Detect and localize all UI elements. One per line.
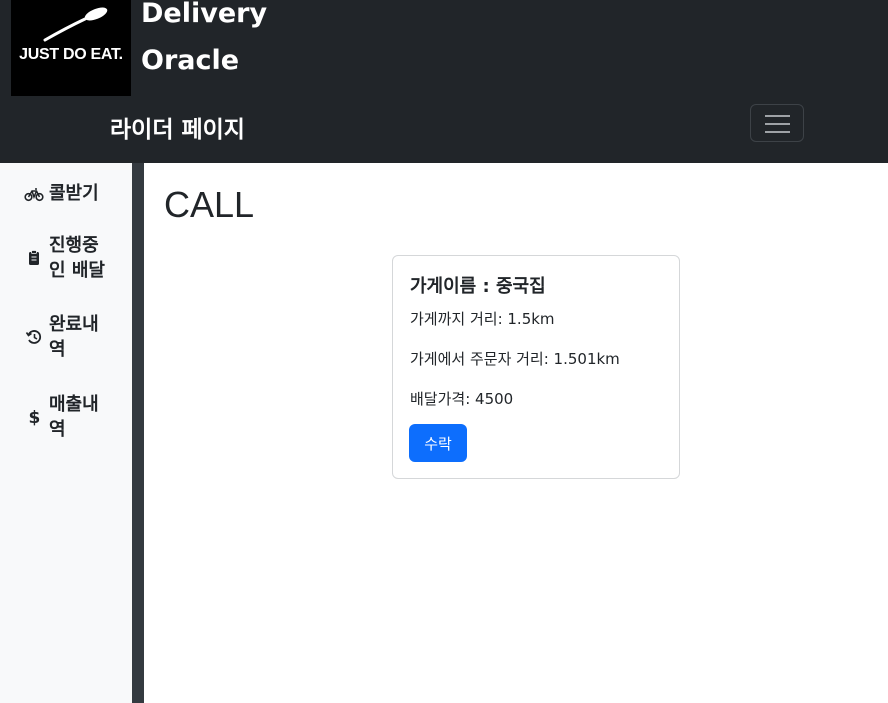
delivery-price: 배달가격: 4500 — [410, 390, 514, 408]
logo-text: JUST DO EAT. — [19, 46, 123, 63]
hamburger-icon — [765, 115, 790, 117]
sidebar-item-sales[interactable]: $ 매출내역 — [24, 392, 115, 442]
bicycle-icon — [24, 187, 44, 201]
accept-button[interactable]: 수락 — [409, 424, 467, 462]
sidebar: 콜받기 진행중인 배달 완료내역 $ 매출내역 — [0, 163, 132, 703]
main-title: CALL — [164, 184, 255, 225]
store-name: 가게이름 : 중국집 — [410, 276, 546, 297]
call-card: 가게이름 : 중국집 가게까지 거리: 1.5km 가게에서 주문자 거리: 1… — [392, 255, 680, 479]
sidebar-item-label: 매출내역 — [49, 394, 99, 440]
page-title: 라이더 페이지 — [110, 117, 245, 143]
logo[interactable]: JUST DO EAT. — [11, 0, 131, 96]
sidebar-item-call[interactable]: 콜받기 — [24, 181, 115, 206]
clipboard-icon — [29, 250, 39, 265]
sidebar-item-label: 완료내역 — [49, 314, 99, 360]
sidebar-item-label: 진행중인 배달 — [49, 235, 105, 281]
top-navbar: JUST DO EAT. Delivery Oracle 라이더 페이지 — [0, 0, 888, 163]
svg-text:$: $ — [29, 408, 41, 427]
sidebar-item-in-progress[interactable]: 진행중인 배달 — [24, 233, 115, 283]
history-icon — [25, 330, 42, 344]
sidebar-divider — [132, 163, 144, 703]
menu-toggle-button[interactable] — [750, 104, 804, 142]
distance-to-store: 가게까지 거리: 1.5km — [410, 310, 555, 328]
dollar-icon: $ — [29, 408, 41, 427]
brand-line-1[interactable]: Delivery — [141, 0, 267, 29]
distance-store-to-customer: 가게에서 주문자 거리: 1.501km — [410, 350, 620, 368]
brand-line-2[interactable]: Oracle — [141, 45, 239, 76]
sidebar-item-label: 콜받기 — [49, 183, 99, 204]
sidebar-item-completed[interactable]: 완료내역 — [24, 312, 115, 362]
spoon-icon — [43, 7, 108, 42]
